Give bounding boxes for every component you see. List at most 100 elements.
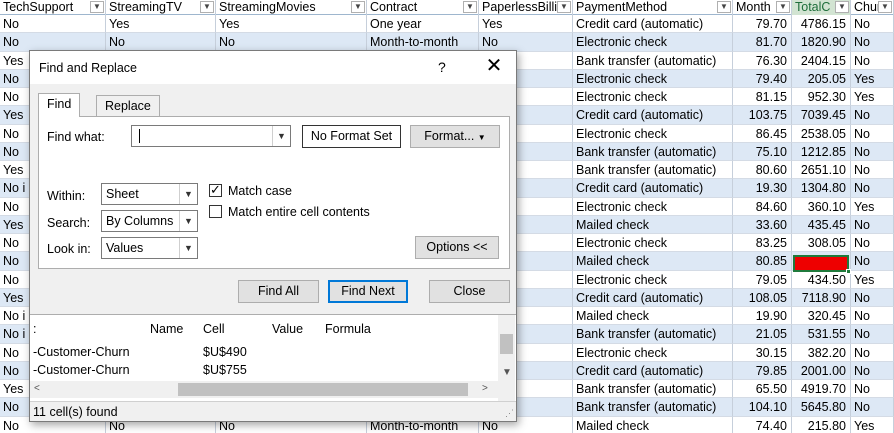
table-cell[interactable]: Credit card (automatic) (573, 288, 733, 308)
filter-dropdown-icon[interactable]: ▼ (90, 1, 104, 13)
table-cell[interactable]: Yes (106, 15, 216, 34)
column-header[interactable]: Churn ▼ (851, 0, 894, 15)
table-cell[interactable]: Electronic check (573, 343, 733, 362)
find-next-button[interactable]: Find Next (328, 280, 408, 303)
vertical-scrollbar[interactable]: ▼ (498, 315, 515, 402)
horizontal-scrollbar[interactable]: < > (30, 381, 498, 398)
column-header[interactable]: StreamingMovies ▼ (216, 0, 367, 15)
table-cell[interactable]: No (851, 51, 894, 70)
table-cell[interactable]: 79.70 (733, 15, 792, 34)
look-in-select[interactable]: Values ▼ (101, 237, 198, 259)
table-cell[interactable]: Mailed check (573, 307, 733, 326)
match-entire-checkbox[interactable] (209, 205, 222, 218)
table-cell[interactable]: Month-to-month (367, 33, 479, 52)
table-cell[interactable]: 79.05 (733, 270, 792, 289)
table-cell[interactable]: No (851, 142, 894, 162)
tab-find[interactable]: Find (38, 93, 81, 117)
table-cell[interactable]: Credit card (automatic) (573, 361, 733, 381)
search-select[interactable]: By Columns ▼ (101, 210, 198, 232)
fill-handle[interactable] (846, 269, 851, 274)
table-cell[interactable]: 83.25 (733, 234, 792, 253)
find-what-input[interactable]: ▼ (131, 125, 291, 147)
table-cell[interactable]: 30.15 (733, 343, 792, 362)
scroll-right-icon[interactable]: > (482, 383, 488, 394)
table-cell[interactable]: No (479, 33, 573, 52)
chevron-down-icon[interactable]: ▼ (179, 184, 197, 204)
table-cell[interactable]: 1820.90 (792, 33, 851, 52)
table-cell[interactable]: No (0, 33, 106, 52)
tab-replace[interactable]: Replace (96, 95, 160, 117)
close-icon[interactable]: ✕ (482, 55, 506, 79)
table-cell[interactable]: 308.05 (792, 234, 851, 253)
table-cell[interactable]: 434.50 (792, 270, 851, 289)
table-cell[interactable]: Bank transfer (automatic) (573, 161, 733, 180)
scroll-down-icon[interactable]: ▼ (502, 367, 512, 378)
table-cell[interactable]: 33.60 (733, 215, 792, 235)
filter-dropdown-icon[interactable]: ▼ (351, 1, 365, 13)
table-cell[interactable]: No (851, 325, 894, 344)
match-case-checkbox[interactable] (209, 182, 222, 198)
column-header[interactable]: TechSupport ▼ (0, 0, 106, 15)
table-cell[interactable]: 19.30 (733, 179, 792, 198)
column-header[interactable]: PaperlessBilli ▼ (479, 0, 573, 15)
table-cell[interactable]: Electronic check (573, 33, 733, 52)
table-cell[interactable]: Electronic check (573, 234, 733, 253)
table-cell[interactable]: 104.10 (733, 398, 792, 417)
table-cell[interactable]: 7039.45 (792, 106, 851, 125)
table-row[interactable]: No Yes Yes One year Yes Credit card (automati… (0, 15, 894, 34)
table-cell[interactable]: Bank transfer (automatic) (573, 51, 733, 70)
table-cell[interactable]: No (851, 106, 894, 125)
table-cell[interactable]: No (851, 234, 894, 253)
table-row[interactable]: No No No Month-to-month No Electronic check 81… (0, 33, 894, 52)
table-cell[interactable]: 84.60 (733, 197, 792, 216)
table-cell[interactable]: No (0, 15, 106, 34)
table-cell[interactable]: Yes (851, 270, 894, 289)
table-cell[interactable]: 103.75 (733, 106, 792, 125)
table-cell[interactable]: No (851, 124, 894, 143)
table-cell[interactable]: 952.30 (792, 88, 851, 107)
column-header[interactable]: Month ▼ (733, 0, 792, 15)
col-cell[interactable]: Cell (203, 322, 225, 336)
column-header[interactable]: Contract ▼ (367, 0, 479, 15)
help-icon[interactable]: ? (438, 59, 446, 75)
table-cell[interactable]: No (851, 179, 894, 198)
table-cell[interactable]: Electronic check (573, 197, 733, 216)
table-cell[interactable]: 4919.70 (792, 380, 851, 399)
table-cell[interactable]: 2001.00 (792, 361, 851, 381)
table-cell[interactable]: 1304.80 (792, 179, 851, 198)
results-list[interactable]: : Name Cell Value Formula -Customer-Chur… (30, 314, 516, 402)
active-cell-red[interactable] (793, 255, 851, 274)
table-cell[interactable]: 4786.15 (792, 15, 851, 34)
table-cell[interactable]: 108.05 (733, 288, 792, 308)
table-cell[interactable]: One year (367, 15, 479, 34)
table-cell[interactable]: No (106, 33, 216, 52)
options-button[interactable]: Options << (415, 236, 499, 259)
column-header[interactable]: StreamingTV ▼ (106, 0, 216, 15)
table-cell[interactable]: No (851, 161, 894, 180)
filter-dropdown-icon[interactable]: ▼ (557, 1, 571, 13)
table-cell[interactable]: No (851, 361, 894, 381)
within-select[interactable]: Sheet ▼ (101, 183, 198, 205)
table-cell[interactable]: Bank transfer (automatic) (573, 398, 733, 417)
table-cell[interactable]: Yes (851, 69, 894, 89)
table-cell[interactable]: Electronic check (573, 69, 733, 89)
table-cell[interactable]: 2538.05 (792, 124, 851, 143)
table-cell[interactable]: 76.30 (733, 51, 792, 70)
column-header[interactable]: TotalC ▼ (792, 0, 851, 15)
table-cell[interactable]: Yes (851, 88, 894, 107)
table-cell[interactable]: 81.70 (733, 33, 792, 52)
chevron-down-icon[interactable]: ▼ (179, 238, 197, 258)
col-name[interactable]: Name (150, 322, 183, 336)
table-cell[interactable]: No (851, 215, 894, 235)
table-cell[interactable]: 80.60 (733, 161, 792, 180)
scroll-thumb[interactable] (178, 383, 468, 396)
table-cell[interactable]: 65.50 (733, 380, 792, 399)
table-cell[interactable]: 19.90 (733, 307, 792, 326)
table-cell[interactable]: 7118.90 (792, 288, 851, 308)
table-cell[interactable]: No (216, 33, 367, 52)
table-cell[interactable]: 21.05 (733, 325, 792, 344)
table-cell[interactable]: Electronic check (573, 270, 733, 289)
table-cell[interactable]: Yes (851, 197, 894, 216)
table-cell[interactable]: No (851, 33, 894, 52)
table-cell[interactable]: Mailed check (573, 215, 733, 235)
